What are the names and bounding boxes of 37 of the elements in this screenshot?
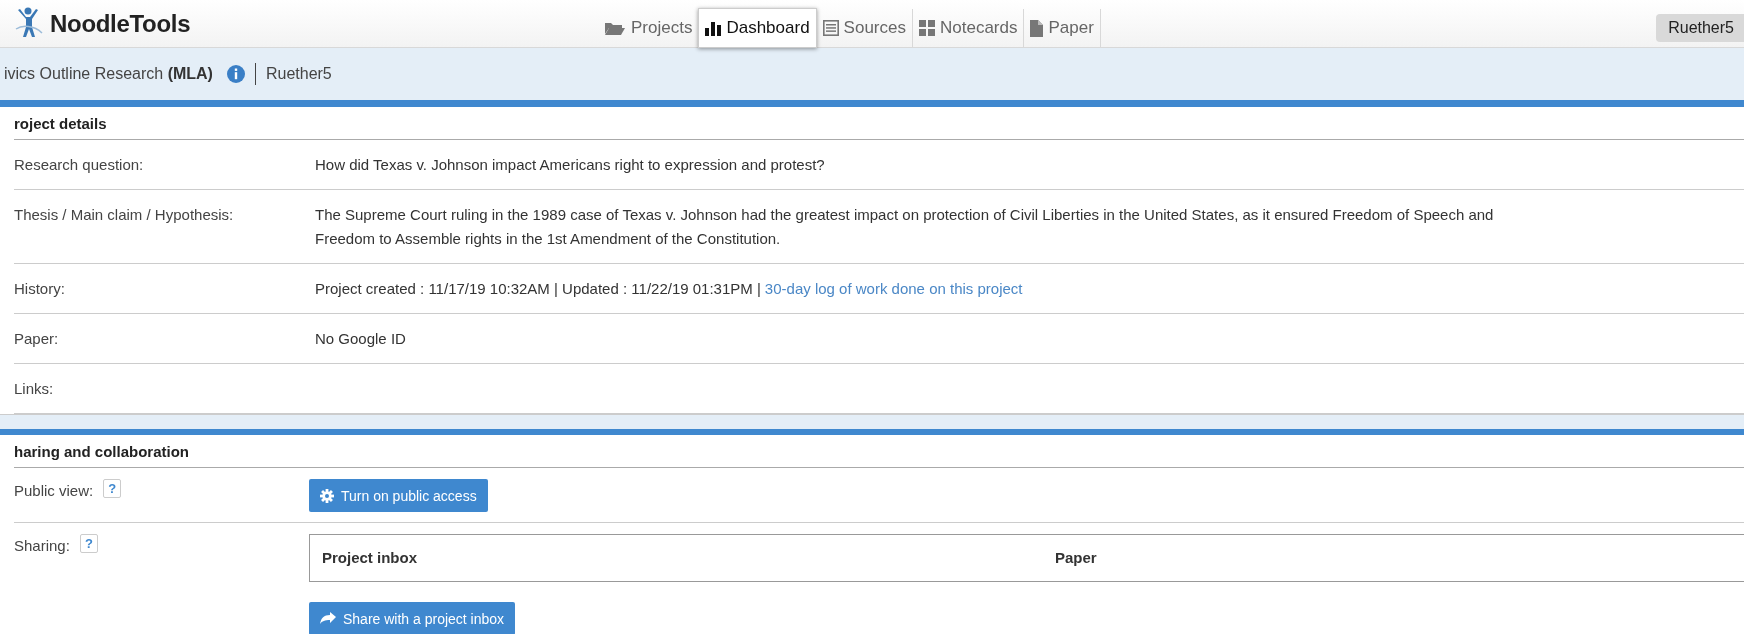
nav-tab[interactable]: Sources — [816, 9, 913, 47]
help-button[interactable]: ? — [103, 479, 122, 498]
gear-icon — [320, 488, 334, 503]
share-button[interactable]: Share with a project inbox — [309, 602, 516, 634]
field-label: Thesis / Main claim / Hypothesis: — [14, 205, 235, 225]
project-title: ivics Outline Research (MLA) — [4, 65, 213, 83]
field-label: Sharing: — [14, 536, 70, 556]
log-link[interactable]: 30-day log of work done on this project — [764, 280, 1023, 297]
info-icon[interactable] — [226, 65, 245, 83]
field-value: How did Texas v. Johnson impact Americans right to expression and protest? — [315, 155, 826, 175]
grid-icon — [918, 20, 935, 36]
field-label: Public view: — [14, 481, 94, 501]
list-icon — [822, 20, 839, 36]
field-value: Project created : 11/17/19 10:32AM | Updated : 11/22/19 01:31PM | — [315, 280, 761, 297]
field-label: Links: — [14, 379, 55, 399]
column-header: Project inbox — [321, 548, 419, 568]
field-label: History: — [14, 279, 66, 299]
nav-tab[interactable]: Dashboard — [698, 8, 817, 48]
field-value: No Google ID — [315, 329, 407, 349]
bar-chart-icon — [705, 20, 722, 36]
nav-tab[interactable]: Notecards — [912, 9, 1025, 47]
user-menu-button[interactable]: Ruether5 — [1656, 14, 1744, 42]
section-heading: haring and collaboration — [14, 435, 1744, 468]
share-arrow-icon — [320, 612, 336, 625]
public-access-button[interactable]: Turn on public access — [309, 479, 488, 512]
nav-tab[interactable]: Paper — [1024, 9, 1101, 47]
project-owner: Ruether5 — [265, 65, 332, 83]
document-icon — [1030, 19, 1044, 37]
nav-tab[interactable]: Projects — [598, 9, 699, 47]
field-value: The Supreme Court ruling in the 1989 case of Texas v. Johnson had the greatest impact on protection of Civil Liberties in the United States, as it ensured Freedom of Speech and Freedom to Assemble rights in the 1st Amendment of the Constitution. — [315, 205, 1495, 249]
field-label: Research question: — [14, 155, 145, 175]
section-heading: roject details — [14, 107, 1744, 140]
logo-text: NoodleTools — [50, 10, 191, 38]
folder-icon — [604, 20, 626, 36]
help-button[interactable]: ? — [79, 534, 98, 553]
field-label: Paper: — [14, 329, 60, 349]
column-header: Paper — [1054, 548, 1098, 568]
